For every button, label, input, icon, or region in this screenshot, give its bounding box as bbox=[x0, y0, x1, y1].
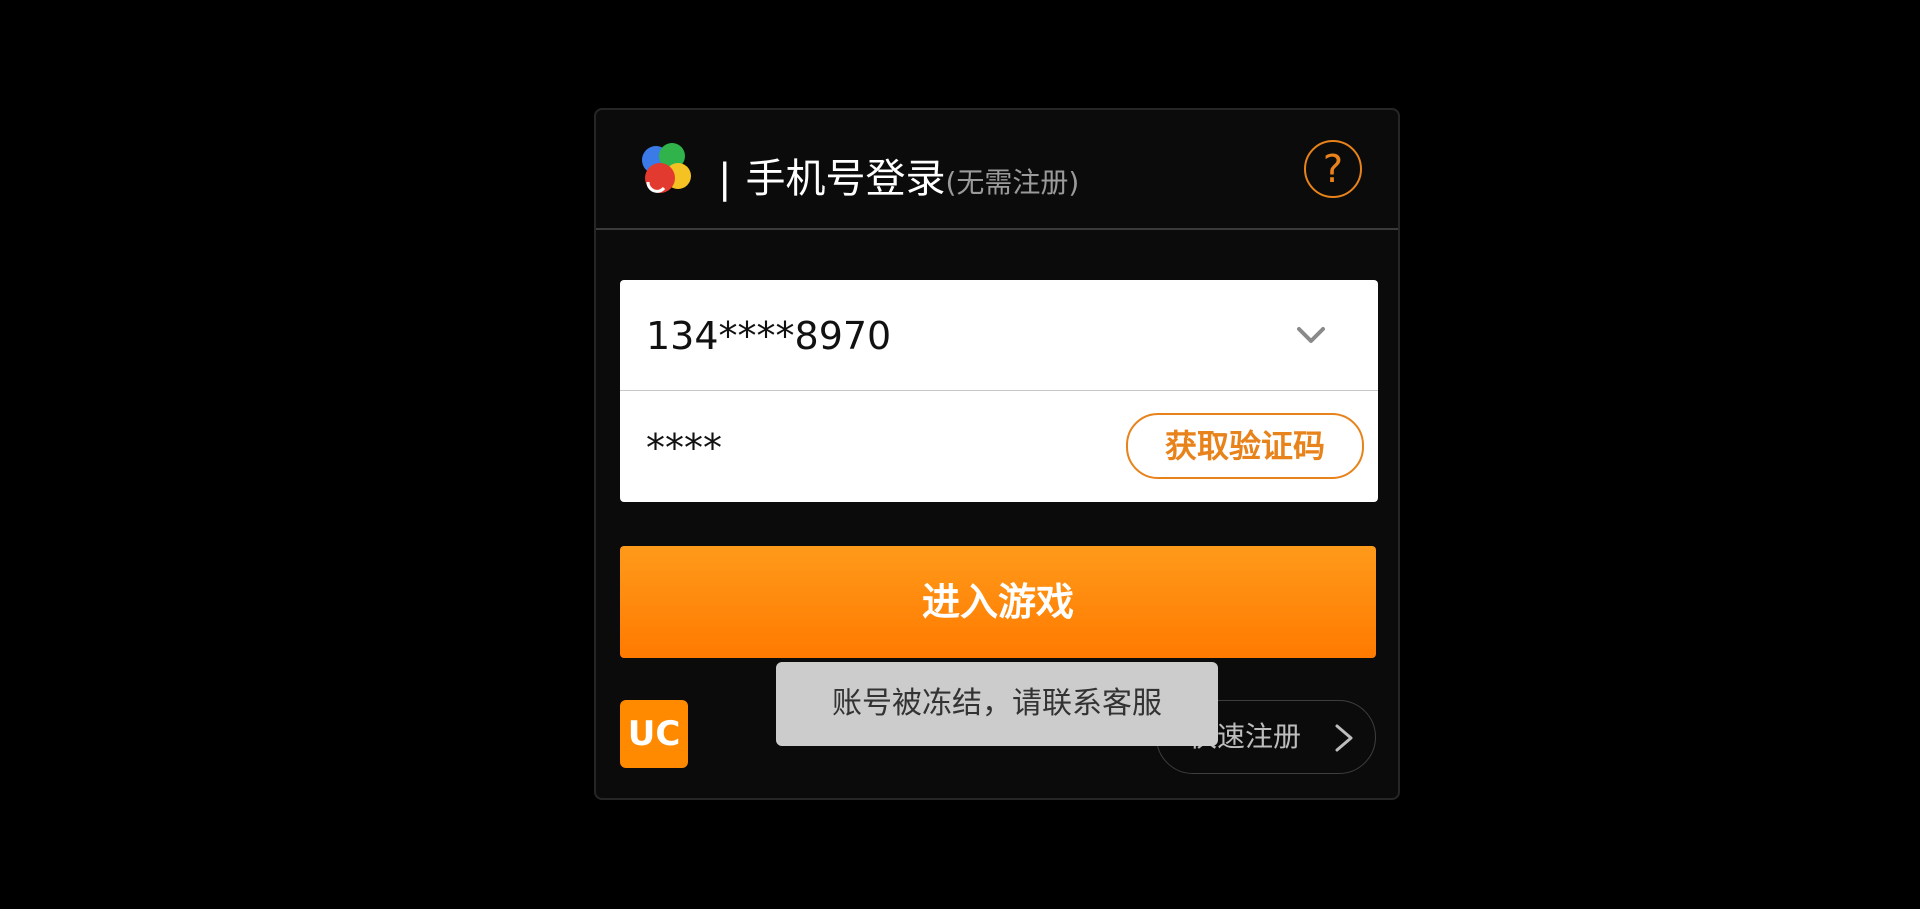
enter-game-button[interactable]: 进入游戏 bbox=[620, 546, 1376, 658]
login-form: 获取验证码 bbox=[620, 280, 1378, 502]
login-header: | 手机号登录(无需注册) ? bbox=[596, 110, 1398, 230]
question-mark-icon[interactable]: ? bbox=[1304, 140, 1362, 198]
code-row: 获取验证码 bbox=[620, 391, 1378, 502]
phone-row bbox=[620, 280, 1378, 392]
page-subtitle: (无需注册) bbox=[945, 166, 1080, 199]
title-group: | 手机号登录(无需注册) bbox=[718, 146, 1079, 204]
title-separator: | bbox=[718, 156, 732, 202]
chevron-right-icon bbox=[1335, 724, 1353, 752]
phone-input[interactable] bbox=[644, 280, 1128, 392]
page-title: 手机号登录 bbox=[745, 156, 946, 202]
uc-logo: UC bbox=[620, 700, 688, 768]
chevron-down-icon[interactable] bbox=[1294, 318, 1328, 352]
colorful-petals-logo-icon bbox=[642, 143, 691, 193]
verification-code-input[interactable] bbox=[644, 391, 1128, 502]
get-code-button[interactable]: 获取验证码 bbox=[1126, 413, 1364, 479]
toast-message: 账号被冻结，请联系客服 bbox=[776, 662, 1218, 746]
